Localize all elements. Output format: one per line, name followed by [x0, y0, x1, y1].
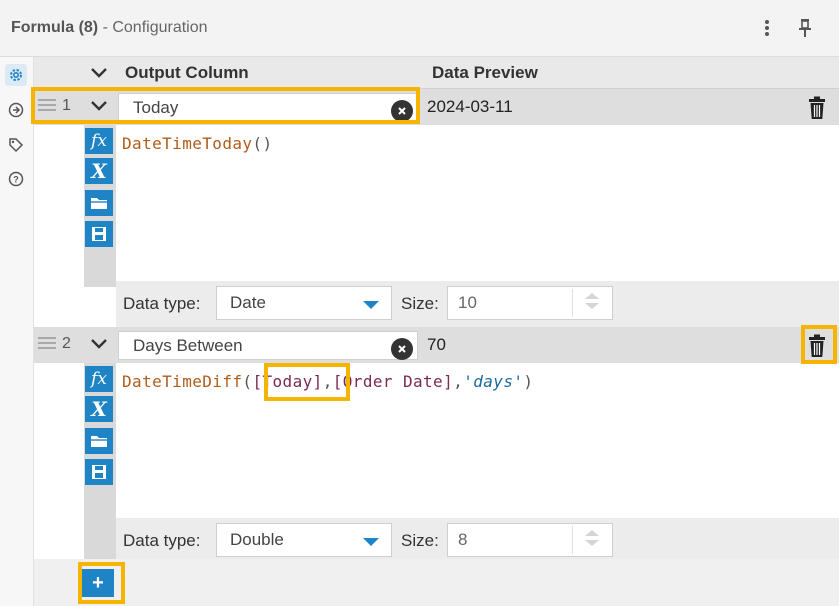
data-type-label: Data type:	[123, 294, 201, 313]
data-type-row: Data type: Date Size: 10	[116, 281, 839, 327]
field-reference: [Order Date]	[332, 372, 454, 391]
data-type-select[interactable]: Double	[216, 523, 392, 557]
formula-expression-editor[interactable]: DateTimeToday()	[122, 134, 273, 153]
open-paren: (	[252, 134, 263, 153]
field-reference: [Today]	[252, 372, 323, 391]
formula-expression-editor[interactable]: DateTimeDiff([Today],[Order Date],'days'…	[122, 372, 533, 391]
data-preview-value: 70	[427, 335, 446, 354]
clear-icon[interactable]	[391, 338, 413, 360]
function-name: DateTimeDiff	[122, 372, 243, 391]
formula-grid: Output Column Data Preview 1 Today 2024-…	[34, 57, 839, 606]
size-input[interactable]: 8	[447, 523, 613, 557]
formula-row: 1 Today 2024-03-11	[34, 89, 839, 125]
add-row-strip: +	[34, 559, 839, 606]
pin-icon[interactable]	[794, 15, 816, 41]
panel-title: Formula (8) - Configuration	[11, 19, 208, 37]
close-paren: )	[262, 134, 273, 153]
clear-icon[interactable]	[391, 100, 413, 122]
size-label: Size:	[401, 531, 439, 550]
data-preview-header: Data Preview	[432, 63, 538, 82]
column-header-row: Output Column Data Preview	[34, 57, 839, 89]
data-type-row: Data type: Double Size: 8	[116, 518, 839, 564]
data-type-select[interactable]: Date	[216, 286, 392, 320]
variable-icon[interactable]: X	[85, 396, 113, 422]
function-name: DateTimeToday	[122, 134, 253, 153]
data-type-label: Data type:	[123, 531, 201, 550]
trash-icon[interactable]	[804, 332, 830, 360]
comma: ,	[453, 372, 464, 391]
output-column-header: Output Column	[125, 63, 249, 82]
drag-handle-icon[interactable]	[38, 99, 56, 114]
formula-row: 2 Days Between 70	[34, 327, 839, 363]
navigate-icon[interactable]	[5, 99, 27, 121]
data-type-value: Double	[230, 530, 284, 549]
fx-icon[interactable]: fx	[85, 366, 113, 392]
fx-icon[interactable]: fx	[85, 128, 113, 154]
chevron-down-icon[interactable]	[86, 93, 112, 119]
dropdown-caret-icon	[363, 301, 379, 309]
row-number: 2	[62, 335, 71, 352]
size-stepper[interactable]	[572, 526, 610, 554]
open-paren: (	[242, 372, 253, 391]
tool-name: Formula (8)	[11, 19, 99, 36]
side-rail: ?	[0, 57, 34, 606]
data-preview-value: 2024-03-11	[427, 97, 513, 116]
drag-handle-icon[interactable]	[38, 337, 56, 352]
open-folder-icon[interactable]	[85, 428, 113, 454]
save-icon[interactable]	[85, 459, 113, 485]
size-label: Size:	[401, 294, 439, 313]
size-value: 10	[458, 293, 477, 312]
comma: ,	[322, 372, 333, 391]
variable-icon[interactable]: X	[85, 158, 113, 184]
panel-header: Formula (8) - Configuration	[0, 0, 839, 57]
tag-icon[interactable]	[5, 134, 27, 156]
close-paren: )	[523, 372, 534, 391]
string-literal: 'days'	[463, 372, 524, 391]
gear-icon[interactable]	[5, 64, 27, 86]
collapse-all-chevron-icon[interactable]	[86, 60, 112, 86]
size-value: 8	[458, 530, 468, 549]
dropdown-caret-icon	[363, 538, 379, 546]
save-icon[interactable]	[85, 221, 113, 247]
size-stepper[interactable]	[572, 289, 610, 317]
add-formula-button[interactable]: +	[82, 569, 114, 597]
open-folder-icon[interactable]	[85, 190, 113, 216]
more-options-icon[interactable]	[756, 15, 778, 41]
data-type-value: Date	[230, 293, 266, 312]
row-number: 1	[62, 97, 71, 114]
chevron-down-icon[interactable]	[86, 331, 112, 357]
svg-text:?: ?	[13, 175, 19, 185]
panel-subtitle: - Configuration	[102, 19, 208, 36]
help-icon[interactable]: ?	[5, 168, 27, 190]
size-input[interactable]: 10	[447, 286, 613, 320]
output-column-name-input[interactable]: Today	[118, 93, 418, 122]
trash-icon[interactable]	[804, 94, 830, 122]
output-column-name-input[interactable]: Days Between	[118, 331, 418, 360]
